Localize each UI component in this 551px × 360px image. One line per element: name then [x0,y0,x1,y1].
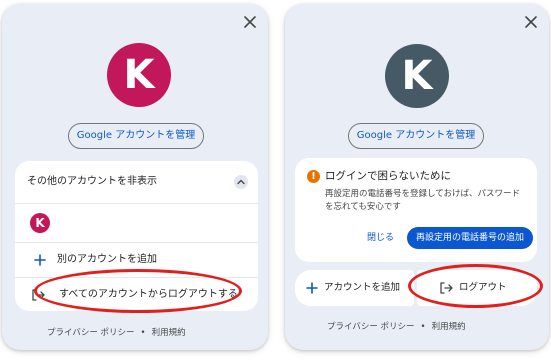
close-icon[interactable] [242,14,258,30]
warning-icon: ! [307,170,320,183]
account-avatar[interactable]: K [107,43,171,107]
logout-icon [31,288,45,302]
terms-link[interactable]: 利用規約 [432,322,466,332]
footer-separator: • [420,322,426,332]
other-account-avatar: K [30,213,50,233]
alert-title: ログインで困らないために [325,170,451,182]
logout-button[interactable]: ログアウト [417,270,537,306]
logout-icon [439,281,453,295]
chevron-up-icon[interactable] [234,175,248,189]
logout-all-accounts-button[interactable]: すべてのアカウントからログアウトする [15,278,258,311]
terms-link[interactable]: 利用規約 [152,328,186,338]
hide-other-accounts-toggle[interactable]: その他のアカウントを非表示 [15,161,258,203]
add-another-account-button[interactable]: 別のアカウントを追加 [15,243,258,277]
add-recovery-phone-button[interactable]: 再設定用の電話番号の追加 [407,227,533,249]
add-account-button[interactable]: アカウントを追加 [295,270,414,306]
account-menu-expanded: K Google アカウントを管理 その他のアカウントを非表示 K 別のアカウン… [2,4,268,350]
privacy-policy-link[interactable]: プライバシー ポリシー [327,322,415,332]
other-accounts-panel: その他のアカウントを非表示 K 別のアカウントを追加 すべてのアカウントからログ… [15,161,258,311]
manage-google-account-button[interactable]: Google アカウントを管理 [68,123,204,149]
account-actions: アカウントを追加 ログアウト [295,270,537,306]
plus-icon [33,253,47,267]
footer-separator: • [140,328,146,338]
close-icon[interactable] [523,14,539,30]
add-account-label: アカウントを追加 [324,282,401,293]
alert-close-button[interactable]: 閉じる [367,230,394,243]
logout-all-accounts-label: すべてのアカウントからログアウトする [59,289,238,300]
screenshot-root: K Google アカウントを管理 その他のアカウントを非表示 K 別のアカウン… [0,0,551,360]
recovery-phone-alert: ! ログインで困らないために 再設定用の電話番号を登録しておけば、パスワードを忘… [295,158,537,262]
add-another-account-label: 別のアカウントを追加 [57,254,157,265]
account-menu-single: K Google アカウントを管理 ! ログインで困らないために 再設定用の電話… [285,4,549,350]
plus-icon [305,281,319,295]
hide-other-accounts-label: その他のアカウントを非表示 [27,176,157,187]
manage-google-account-button[interactable]: Google アカウントを管理 [348,123,484,149]
logout-label: ログアウト [459,282,507,293]
account-avatar[interactable]: K [385,44,449,108]
footer-links: プライバシー ポリシー • 利用規約 [327,320,466,332]
alert-body: 再設定用の電話番号を登録しておけば、パスワードを忘れても安心です [325,189,520,212]
footer-links: プライバシー ポリシー • 利用規約 [47,326,186,338]
other-account-item[interactable]: K [15,204,258,242]
privacy-policy-link[interactable]: プライバシー ポリシー [47,328,135,338]
